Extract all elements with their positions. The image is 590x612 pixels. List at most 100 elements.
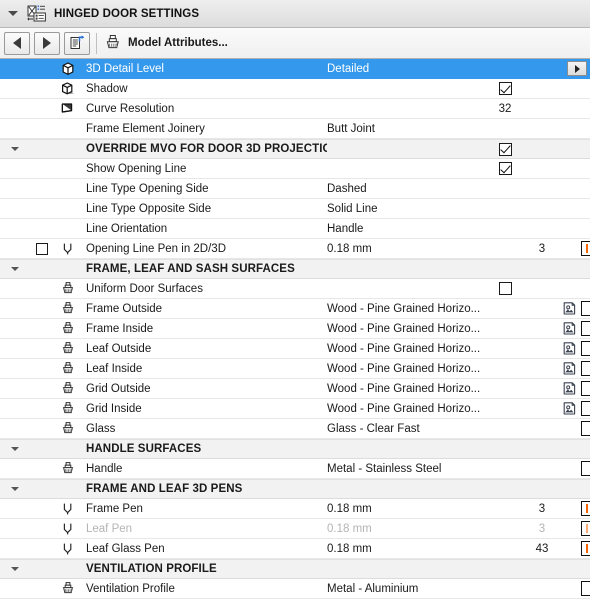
row-swatch-cell[interactable] (581, 241, 590, 256)
setting-row[interactable]: Leaf Glass Pen 0.18 mm 43 (0, 539, 590, 559)
row-swatch-cell[interactable] (581, 501, 590, 516)
pen-color-swatch[interactable] (581, 521, 590, 536)
setting-row[interactable]: Line Orientation Handle (0, 219, 590, 239)
row-expander-cell[interactable] (0, 447, 30, 451)
row-value[interactable]: 0.18 mm (327, 523, 485, 535)
setting-row[interactable]: 3D Detail Level Detailed (0, 59, 590, 79)
row-value[interactable]: Wood - Pine Grained Horizo... (327, 403, 485, 415)
row-texture-cell[interactable] (559, 321, 581, 337)
surface-swatch-white[interactable] (581, 301, 590, 316)
setting-row[interactable]: Frame Element Joinery Butt Joint (0, 119, 590, 139)
row-value[interactable]: Butt Joint (327, 123, 485, 135)
setting-row[interactable]: Uniform Door Surfaces (0, 279, 590, 299)
row-dropdown-button[interactable] (567, 61, 587, 76)
setting-row[interactable]: Line Type Opposite Side Solid Line (0, 199, 590, 219)
row-checkbox[interactable] (498, 282, 512, 295)
row-label: VENTILATION PROFILE (86, 563, 217, 575)
row-value[interactable]: Metal - Aluminium (327, 583, 485, 595)
setting-row[interactable]: Line Type Opening Side Dashed (0, 179, 590, 199)
row-swatch-cell[interactable] (581, 541, 590, 556)
section-header-row[interactable]: HANDLE SURFACES (0, 439, 590, 459)
row-checkbox[interactable] (498, 82, 512, 95)
section-header-row[interactable]: FRAME AND LEAF 3D PENS (0, 479, 590, 499)
row-middle-cell[interactable] (485, 142, 525, 156)
row-value[interactable]: Dashed (327, 183, 485, 195)
row-texture-cell[interactable] (559, 381, 581, 397)
row-expander-cell[interactable] (0, 567, 30, 571)
favorites-button[interactable] (64, 31, 90, 55)
row-value[interactable]: Wood - Pine Grained Horizo... (327, 343, 485, 355)
surface-swatch-white[interactable] (581, 361, 590, 376)
row-swatch-cell[interactable] (581, 361, 590, 376)
row-value[interactable]: Solid Line (327, 203, 485, 215)
row-texture-cell[interactable] (559, 301, 581, 317)
setting-row[interactable]: Frame Pen 0.18 mm 3 (0, 499, 590, 519)
row-expander-cell[interactable] (0, 147, 30, 151)
setting-row[interactable]: Leaf Outside Wood - Pine Grained Horizo..… (0, 339, 590, 359)
row-swatch-cell[interactable] (581, 421, 590, 436)
pen-color-swatch[interactable] (581, 541, 590, 556)
setting-row[interactable]: Shadow (0, 79, 590, 99)
setting-row[interactable]: Glass Glass - Clear Fast (0, 419, 590, 439)
row-checkbox[interactable] (498, 162, 512, 175)
surface-swatch-white[interactable] (581, 321, 590, 336)
settings-list[interactable]: 3D Detail Level Detailed Shadow Curve Resol… (0, 59, 590, 612)
row-leading-checkbox-cell[interactable] (30, 242, 54, 255)
setting-row[interactable]: Leaf Pen 0.18 mm 3 (0, 519, 590, 539)
surface-swatch-white[interactable] (581, 581, 590, 596)
row-swatch-cell[interactable] (581, 461, 590, 476)
row-value[interactable]: Handle (327, 223, 485, 235)
setting-row[interactable]: Grid Inside Wood - Pine Grained Horizo... (0, 399, 590, 419)
section-header-row[interactable]: VENTILATION PROFILE (0, 559, 590, 579)
surface-swatch-white[interactable] (581, 341, 590, 356)
row-middle-cell[interactable] (485, 162, 525, 175)
setting-row[interactable]: Handle Metal - Stainless Steel (0, 459, 590, 479)
row-texture-cell[interactable] (559, 361, 581, 377)
row-swatch-cell[interactable] (581, 381, 590, 396)
surface-swatch-white[interactable] (581, 461, 590, 476)
row-value[interactable]: Wood - Pine Grained Horizo... (327, 303, 485, 315)
row-swatch-cell[interactable] (581, 321, 590, 336)
section-header-row[interactable]: OVERRIDE MVO FOR DOOR 3D PROJECTIONS (0, 139, 590, 159)
row-middle-cell[interactable] (485, 282, 525, 295)
row-swatch-cell[interactable] (581, 341, 590, 356)
setting-row[interactable]: Grid Outside Wood - Pine Grained Horizo..… (0, 379, 590, 399)
row-middle-cell[interactable] (485, 82, 525, 95)
collapse-panel-triangle-icon[interactable] (8, 11, 18, 16)
setting-row[interactable]: Curve Resolution 32 (0, 99, 590, 119)
setting-row[interactable]: Ventilation Profile Metal - Aluminium (0, 579, 590, 599)
setting-row[interactable]: Frame Outside Wood - Pine Grained Horizo.… (0, 299, 590, 319)
row-value[interactable]: 0.18 mm (327, 503, 485, 515)
previous-button[interactable] (4, 31, 30, 55)
row-swatch-cell[interactable] (581, 301, 590, 316)
row-value[interactable]: 0.18 mm (327, 243, 485, 255)
surface-swatch-white[interactable] (581, 421, 590, 436)
row-value[interactable]: Detailed (327, 63, 485, 75)
surface-swatch-white[interactable] (581, 401, 590, 416)
setting-row[interactable]: Show Opening Line (0, 159, 590, 179)
row-swatch-cell[interactable] (581, 521, 590, 536)
row-value[interactable]: 0.18 mm (327, 543, 485, 555)
pen-color-swatch[interactable] (581, 501, 590, 516)
next-button[interactable] (34, 31, 60, 55)
row-value[interactable]: Metal - Stainless Steel (327, 463, 485, 475)
setting-row[interactable]: Opening Line Pen in 2D/3D 0.18 mm 3 (0, 239, 590, 259)
surface-swatch-white[interactable] (581, 381, 590, 396)
row-swatch-cell[interactable] (581, 581, 590, 596)
row-expander-cell[interactable] (0, 267, 30, 271)
section-header-row[interactable]: FRAME, LEAF AND SASH SURFACES (0, 259, 590, 279)
model-attributes-button[interactable]: Model Attributes... (101, 32, 234, 55)
row-expander-cell[interactable] (0, 487, 30, 491)
row-value[interactable]: Wood - Pine Grained Horizo... (327, 323, 485, 335)
row-texture-cell[interactable] (559, 341, 581, 357)
setting-row[interactable]: Leaf Inside Wood - Pine Grained Horizo... (0, 359, 590, 379)
row-checkbox[interactable] (498, 142, 512, 156)
setting-row[interactable]: Frame Inside Wood - Pine Grained Horizo..… (0, 319, 590, 339)
row-value[interactable]: Wood - Pine Grained Horizo... (327, 383, 485, 395)
pen-color-swatch[interactable] (581, 241, 590, 256)
row-swatch-cell[interactable] (581, 401, 590, 416)
row-value[interactable]: Wood - Pine Grained Horizo... (327, 363, 485, 375)
opening-line-pen-checkbox[interactable] (36, 242, 48, 255)
row-value[interactable]: Glass - Clear Fast (327, 423, 485, 435)
row-texture-cell[interactable] (559, 401, 581, 417)
